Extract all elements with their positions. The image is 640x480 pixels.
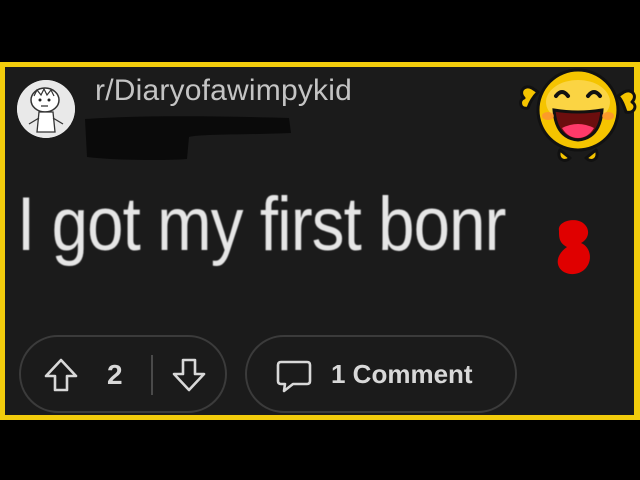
vote-divider <box>151 355 153 395</box>
wimpy-kid-avatar-icon <box>17 80 75 138</box>
post-title[interactable]: I got my first bonr <box>17 181 506 268</box>
laughing-emoji-icon <box>519 68 637 162</box>
username-redaction <box>85 116 291 161</box>
speech-bubble-icon <box>276 360 312 393</box>
comment-count-label: 1 Comment <box>331 359 473 389</box>
arrow-down-icon[interactable] <box>171 357 207 393</box>
vote-count: 2 <box>107 359 123 390</box>
red-censor-scribble <box>557 220 590 275</box>
vote-control: 2 <box>19 335 227 413</box>
subreddit-name[interactable]: r/Diaryofawimpykid <box>95 74 352 108</box>
subreddit-avatar[interactable] <box>17 80 75 138</box>
arrow-up-icon[interactable] <box>43 357 79 393</box>
comments-button[interactable]: 1 Comment <box>245 335 517 413</box>
